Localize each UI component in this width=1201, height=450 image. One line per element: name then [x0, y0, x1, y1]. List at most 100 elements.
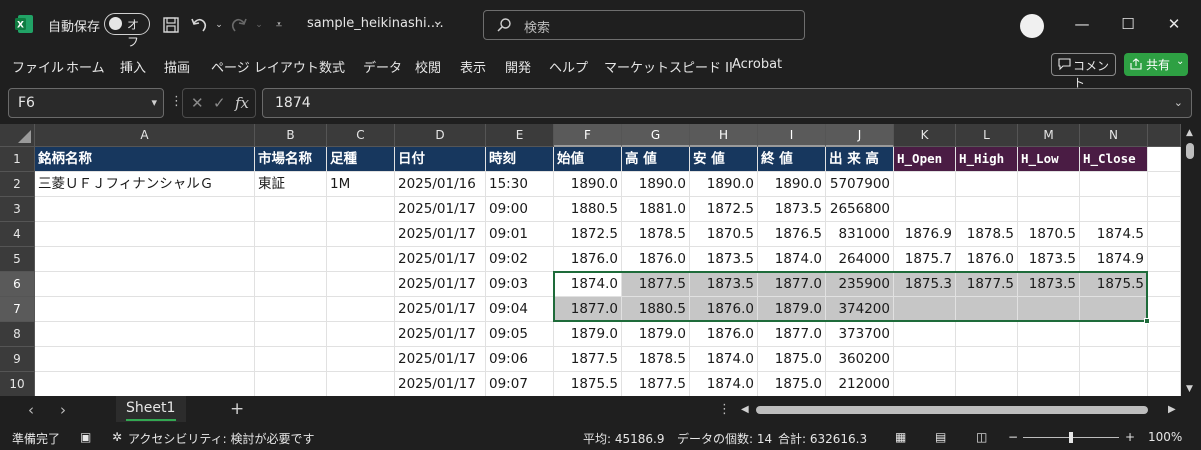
normal-view-icon[interactable]: ▦ [895, 430, 906, 444]
table-cell[interactable] [35, 197, 255, 222]
table-cell[interactable]: 1874.0 [690, 347, 758, 372]
tab-acrobat[interactable]: Acrobat [732, 57, 782, 72]
table-cell[interactable]: 1876.0 [690, 297, 758, 322]
table-cell[interactable]: 09:04 [486, 297, 554, 322]
scroll-left-icon[interactable]: ◀ [741, 404, 749, 415]
title-chevron-down-icon[interactable]: ⌄ [432, 13, 444, 29]
table-cell[interactable]: 1874.0 [758, 247, 826, 272]
table-cell[interactable]: 1875.5 [1080, 272, 1148, 297]
table-cell[interactable]: 1876.9 [894, 222, 956, 247]
table-cell[interactable] [35, 347, 255, 372]
tab-review[interactable]: 校閲 [415, 57, 441, 76]
share-button[interactable]: 共有 ⌄ [1124, 53, 1188, 76]
table-cell[interactable]: 1874.0 [690, 372, 758, 396]
table-cell[interactable]: 09:05 [486, 322, 554, 347]
table-cell[interactable]: 1875.0 [758, 372, 826, 396]
table-cell[interactable] [327, 347, 395, 372]
table-cell[interactable] [35, 322, 255, 347]
table-cell[interactable] [35, 222, 255, 247]
table-cell[interactable]: 1876.0 [622, 247, 690, 272]
table-cell[interactable]: 1881.0 [622, 197, 690, 222]
table-cell[interactable] [1080, 347, 1148, 372]
header-cell[interactable]: 出 来 高 [826, 147, 894, 172]
table-cell[interactable] [1148, 247, 1181, 272]
tab-data[interactable]: データ [363, 57, 402, 76]
search-box[interactable]: 検索 [483, 10, 805, 40]
tab-split-handle-icon[interactable]: ⋮ [718, 402, 731, 417]
vertical-scrollbar[interactable]: ▲ ▼ [1181, 124, 1201, 396]
accessibility-status[interactable]: アクセシビリティ: 検討が必要です [128, 430, 315, 447]
table-cell[interactable]: 1878.5 [956, 222, 1018, 247]
table-cell[interactable] [35, 272, 255, 297]
table-cell[interactable] [1018, 372, 1080, 396]
tab-formulas[interactable]: 数式 [319, 57, 345, 76]
table-cell[interactable]: 1877.5 [956, 272, 1018, 297]
macro-record-icon[interactable]: ▣ [80, 430, 91, 444]
sheet-next-icon[interactable]: › [60, 401, 66, 419]
fill-handle[interactable] [1144, 318, 1150, 324]
table-cell[interactable] [255, 247, 327, 272]
name-box-chevron-down-icon[interactable]: ▾ [151, 96, 157, 109]
table-cell[interactable]: 1890.0 [554, 172, 622, 197]
table-cell[interactable]: 2025/01/17 [395, 297, 486, 322]
table-cell[interactable] [894, 322, 956, 347]
table-cell[interactable] [1148, 297, 1181, 322]
table-cell[interactable]: 1875.5 [554, 372, 622, 396]
table-cell[interactable] [327, 222, 395, 247]
maximize-icon[interactable]: ☐ [1116, 12, 1140, 36]
table-cell[interactable] [255, 372, 327, 396]
table-cell[interactable]: 1877.5 [622, 272, 690, 297]
table-cell[interactable] [327, 197, 395, 222]
table-cell[interactable]: 1875.3 [894, 272, 956, 297]
table-cell[interactable] [1080, 297, 1148, 322]
table-cell[interactable]: 1877.5 [554, 347, 622, 372]
table-cell[interactable]: 1880.5 [622, 297, 690, 322]
table-cell[interactable] [1018, 297, 1080, 322]
table-cell[interactable]: 2025/01/16 [395, 172, 486, 197]
close-icon[interactable]: ✕ [1162, 12, 1186, 36]
table-cell[interactable] [255, 222, 327, 247]
header-cell[interactable]: H_High [956, 147, 1018, 172]
row-header-10[interactable]: 10 [0, 372, 35, 396]
scroll-down-icon[interactable]: ▼ [1186, 384, 1193, 394]
row-header-7[interactable]: 7 [0, 297, 35, 322]
select-all-corner[interactable] [0, 124, 35, 147]
table-cell[interactable]: 1878.5 [622, 222, 690, 247]
comment-button[interactable]: コメント [1051, 53, 1116, 90]
header-cell[interactable]: 足種 [327, 147, 395, 172]
column-header-i[interactable]: I [758, 124, 826, 147]
column-header-n[interactable]: N [1080, 124, 1148, 147]
table-cell[interactable] [35, 247, 255, 272]
table-cell[interactable]: 2025/01/17 [395, 222, 486, 247]
table-cell[interactable]: 374200 [826, 297, 894, 322]
table-cell[interactable] [1148, 347, 1181, 372]
table-cell[interactable] [255, 322, 327, 347]
table-cell[interactable]: 831000 [826, 222, 894, 247]
table-cell[interactable]: 2025/01/17 [395, 347, 486, 372]
column-header-c[interactable]: C [327, 124, 395, 147]
column-header-d[interactable]: D [395, 124, 486, 147]
table-cell[interactable]: 212000 [826, 372, 894, 396]
column-header-k[interactable]: K [894, 124, 956, 147]
table-cell[interactable] [255, 347, 327, 372]
table-cell[interactable] [956, 372, 1018, 396]
table-cell[interactable] [1148, 197, 1181, 222]
table-cell[interactable] [1148, 322, 1181, 347]
table-cell[interactable] [894, 172, 956, 197]
tab-page-layout[interactable]: ページ レイアウト [211, 57, 319, 76]
table-cell[interactable]: 1876.0 [554, 247, 622, 272]
table-cell[interactable]: 1870.5 [690, 222, 758, 247]
table-cell[interactable] [35, 297, 255, 322]
table-cell[interactable] [894, 347, 956, 372]
header-cell[interactable]: H_Low [1018, 147, 1080, 172]
customize-toolbar-icon[interactable]: ⩡ [268, 14, 290, 36]
column-header-m[interactable]: M [1018, 124, 1080, 147]
table-cell[interactable] [1148, 172, 1181, 197]
table-cell[interactable]: 1873.5 [1018, 272, 1080, 297]
table-cell[interactable] [1080, 172, 1148, 197]
cancel-icon[interactable]: ✕ [191, 94, 204, 112]
table-cell[interactable]: 1874.0 [554, 272, 622, 297]
page-break-view-icon[interactable]: ◫ [976, 430, 987, 444]
table-cell[interactable]: 1890.0 [758, 172, 826, 197]
table-cell[interactable]: 09:02 [486, 247, 554, 272]
